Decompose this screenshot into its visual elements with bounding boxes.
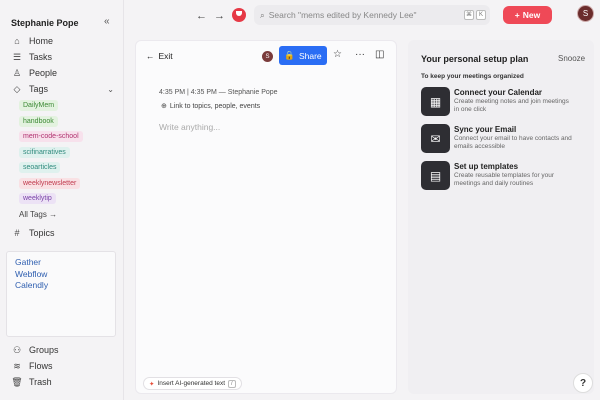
sidebar-item-people[interactable]: ♙ People bbox=[0, 65, 124, 81]
sidebar-nav-top: ⌂ Home ☰ Tasks ♙ People ◇ Tags ⌄ bbox=[0, 33, 124, 97]
search-icon: ⌕ bbox=[260, 9, 265, 20]
sidebar-nav-topics: # Topics bbox=[0, 225, 124, 241]
sidebar-item-flows[interactable]: ≋ Flows bbox=[0, 358, 124, 374]
setup-plan-subtitle: To keep your meetings organized bbox=[421, 73, 524, 80]
all-tags-link[interactable]: All Tags → bbox=[0, 207, 124, 223]
link-topics-button[interactable]: ⊕ Link to topics, people, events bbox=[161, 102, 261, 111]
snooze-button[interactable]: Snooze bbox=[558, 54, 585, 63]
step-title: Sync your Email bbox=[454, 125, 517, 134]
tasks-icon: ☰ bbox=[12, 51, 22, 62]
search-input[interactable]: ⌕ Search "mems edited by Kennedy Lee" ⌘ … bbox=[254, 5, 490, 25]
tag-mem-code-school[interactable]: mem-code-school bbox=[19, 131, 83, 143]
people-icon: ♙ bbox=[12, 67, 22, 78]
sidebar-item-groups[interactable]: ⚇ Groups bbox=[0, 342, 124, 358]
email-icon: ✉ bbox=[421, 124, 450, 153]
sidebar-item-label: Trash bbox=[29, 377, 52, 387]
ai-label: Insert AI-generated text bbox=[157, 380, 226, 387]
collaborator-avatar[interactable]: S bbox=[262, 51, 273, 62]
sidebar-item-topics[interactable]: # Topics bbox=[0, 225, 124, 241]
saved-link-webflow[interactable]: Webflow bbox=[15, 269, 107, 281]
link-topics-label: Link to topics, people, events bbox=[169, 102, 261, 110]
search-shortcut: ⌘ K bbox=[464, 10, 486, 20]
sidebar-item-label: People bbox=[29, 68, 58, 78]
back-arrow-icon[interactable]: ← bbox=[196, 10, 207, 22]
calendar-icon: ▦ bbox=[421, 87, 450, 116]
share-button[interactable]: 🔒 Share bbox=[279, 46, 327, 65]
sparkle-icon: ✦ bbox=[149, 380, 155, 388]
home-icon: ⌂ bbox=[14, 36, 20, 46]
slash-key-icon: / bbox=[228, 379, 236, 388]
flows-icon: ≋ bbox=[13, 360, 21, 371]
tag-scifinarratives[interactable]: scifinarratives bbox=[19, 146, 70, 158]
step-desc: Connect your email to have contacts and … bbox=[454, 135, 572, 150]
step-title: Connect your Calendar bbox=[454, 88, 543, 97]
hash-icon: # bbox=[14, 228, 20, 238]
step-desc: Create meeting notes and join meetings i… bbox=[454, 98, 569, 113]
tag-weeklynewsletter[interactable]: weeklynewsletter bbox=[19, 177, 81, 189]
sidebar-item-trash[interactable]: 🗑 Trash bbox=[0, 374, 124, 390]
share-label: Share bbox=[298, 50, 322, 61]
help-button[interactable]: ? bbox=[573, 373, 593, 393]
sidebar-nav-bottom: ⚇ Groups ≋ Flows 🗑 Trash bbox=[0, 342, 124, 390]
star-icon[interactable]: ☆ bbox=[333, 49, 342, 60]
sidebar-item-label: Tasks bbox=[29, 52, 53, 62]
setup-plan-title: Your personal setup plan bbox=[421, 54, 529, 64]
plus-icon: + bbox=[514, 10, 520, 20]
search-placeholder: Search "mems edited by Kennedy Lee" bbox=[268, 10, 417, 20]
sidebar: Stephanie Pope « ⌂ Home ☰ Tasks ♙ People… bbox=[0, 0, 124, 400]
k-key-icon: K bbox=[476, 10, 486, 20]
user-avatar[interactable]: S bbox=[577, 5, 594, 22]
more-options-icon[interactable]: ··· bbox=[355, 49, 365, 60]
tag-icon: ◇ bbox=[13, 83, 21, 94]
step-sync-email[interactable]: ✉ Sync your Email Connect your email to … bbox=[421, 124, 591, 153]
new-button[interactable]: + New bbox=[503, 6, 552, 24]
tag-handbook[interactable]: handbook bbox=[19, 115, 58, 127]
editor-body-input[interactable]: Write anything... bbox=[159, 122, 220, 132]
sidebar-item-label: Tags bbox=[29, 84, 49, 94]
sidebar-item-label: Topics bbox=[29, 228, 55, 238]
insert-ai-text-button[interactable]: ✦ Insert AI-generated text / bbox=[143, 377, 242, 390]
template-icon: ▤ bbox=[421, 161, 450, 190]
new-button-label: New bbox=[522, 10, 541, 20]
step-desc: Create reusable templates for your meeti… bbox=[454, 172, 555, 187]
sidebar-item-tasks[interactable]: ☰ Tasks bbox=[0, 49, 124, 65]
mem-timestamp: 4:35 PM | 4:35 PM — Stephanie Pope bbox=[159, 89, 278, 96]
plus-circle-icon: ⊕ bbox=[161, 103, 167, 110]
tag-seoarticles[interactable]: seoarticles bbox=[19, 162, 61, 174]
saved-link-gather[interactable]: Gather bbox=[15, 257, 107, 269]
chevron-down-icon[interactable]: ⌄ bbox=[107, 85, 114, 94]
exit-label: Exit bbox=[158, 51, 173, 61]
workspace-user-name[interactable]: Stephanie Pope bbox=[11, 18, 79, 28]
forward-arrow-icon[interactable]: → bbox=[214, 10, 225, 22]
trash-icon: 🗑 bbox=[11, 376, 23, 387]
step-connect-calendar[interactable]: ▦ Connect your Calendar Create meeting n… bbox=[421, 87, 591, 116]
sidebar-item-label: Home bbox=[29, 36, 54, 46]
tag-list: DailyMem handbook mem-code-school scifin… bbox=[0, 98, 124, 223]
setup-plan-panel: Your personal setup plan Snooze To keep … bbox=[408, 40, 594, 394]
step-set-up-templates[interactable]: ▤ Set up templates Create reusable templ… bbox=[421, 161, 591, 190]
groups-icon: ⚇ bbox=[12, 344, 22, 355]
saved-links-panel: Gather Webflow Calendly bbox=[6, 251, 116, 337]
sidebar-item-label: Groups bbox=[29, 345, 59, 355]
tag-dailymem[interactable]: DailyMem bbox=[19, 100, 59, 112]
command-key-icon: ⌘ bbox=[464, 10, 474, 20]
tag-weeklytip[interactable]: weeklytip bbox=[19, 193, 56, 205]
mem-editor: ← Exit S 🔒 Share ☆ ··· ◫ 4:35 PM | 4:35 … bbox=[135, 40, 397, 394]
exit-button[interactable]: ← Exit bbox=[146, 51, 173, 61]
mem-logo-icon[interactable] bbox=[232, 8, 246, 22]
top-bar: ← → ⌕ Search "mems edited by Kennedy Lee… bbox=[124, 0, 600, 34]
arrow-left-icon: ← bbox=[146, 51, 155, 61]
collapse-sidebar-icon[interactable]: « bbox=[104, 16, 110, 27]
sidebar-item-label: Flows bbox=[29, 361, 53, 371]
sidebar-item-home[interactable]: ⌂ Home bbox=[0, 33, 124, 49]
step-title: Set up templates bbox=[454, 162, 519, 171]
sidebar-item-tags[interactable]: ◇ Tags ⌄ bbox=[0, 81, 124, 97]
toggle-panel-icon[interactable]: ◫ bbox=[375, 49, 384, 60]
saved-link-calendly[interactable]: Calendly bbox=[15, 280, 107, 292]
lock-icon: 🔒 bbox=[284, 50, 295, 60]
